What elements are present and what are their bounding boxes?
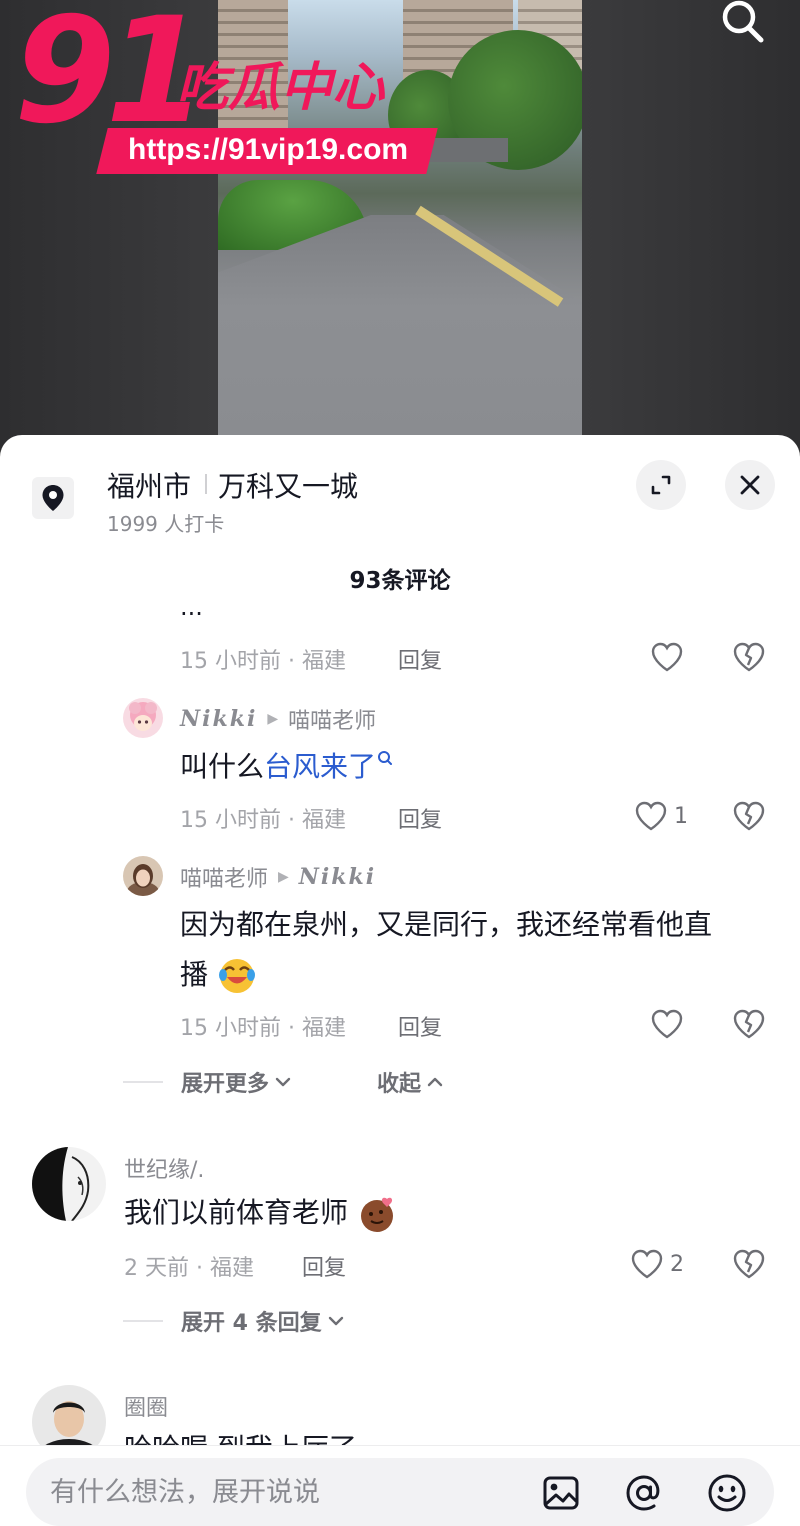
dislike-button[interactable]	[732, 641, 766, 677]
broken-heart-icon	[733, 1009, 765, 1039]
close-button[interactable]	[725, 460, 775, 510]
comment-meta: 15 小时前 · 福建	[180, 1016, 346, 1041]
comment-meta: 15 小时前 · 福建	[180, 649, 346, 674]
dislike-button[interactable]	[732, 1248, 766, 1284]
reply-button[interactable]: 回复	[398, 1010, 442, 1042]
expand-icon	[651, 475, 671, 495]
avatar-image	[32, 1147, 106, 1221]
comment-sheet: 福州市 万科又一城 1999 人打卡 93条评论 ... 15 小时前 · 福建…	[0, 435, 800, 1526]
clipped-text: ...	[180, 603, 203, 617]
comment-author[interactable]: 世纪缘/.	[124, 1152, 204, 1184]
image-icon	[543, 1476, 579, 1510]
broken-heart-icon	[733, 801, 765, 831]
clipped-comment-text: ...	[180, 603, 380, 617]
watermark-logo: 91 吃瓜中心 https://91vip19.com	[14, 0, 438, 180]
search-small-icon	[378, 751, 393, 765]
location-icon-box[interactable]	[32, 477, 74, 519]
comment-author[interactable]: Nikki	[180, 706, 257, 732]
reply-to-author[interactable]: Nikki	[299, 864, 376, 890]
comment-meta: 15 小时前 · 福建	[180, 808, 346, 833]
expand-replies[interactable]: 展开 4 条回复	[123, 1305, 346, 1337]
broken-heart-icon	[733, 1249, 765, 1279]
dislike-button[interactable]	[732, 1008, 766, 1044]
heart-icon	[635, 801, 667, 831]
comment-input[interactable]	[50, 1472, 520, 1512]
watermark-title: 吃瓜中心	[176, 58, 385, 118]
location-place[interactable]: 万科又一城	[218, 465, 358, 505]
comment-text: 我们以前体育老师	[124, 1189, 399, 1237]
laugh-cry-emoji-icon	[218, 959, 255, 993]
comment-input-field[interactable]	[26, 1458, 774, 1526]
search-button[interactable]	[716, 0, 768, 46]
comment-input-bar	[0, 1445, 800, 1526]
comment-text-prefix: 叫什么	[180, 750, 265, 783]
location-city[interactable]: 福州市	[107, 465, 191, 505]
comment-text: 因为都在泉州，又是同行，我还经常看他直	[180, 908, 713, 941]
comment-text-clipped: 哈哈喔 到我上厅了	[124, 1425, 357, 1445]
like-button[interactable]	[650, 1008, 684, 1040]
like-button[interactable]: 2	[630, 1248, 684, 1280]
reply-button[interactable]: 回复	[398, 802, 442, 834]
comment-text-end: 播	[180, 958, 209, 991]
broken-heart-icon	[733, 642, 765, 672]
avatar[interactable]	[123, 698, 163, 738]
expand-replies-label: 展开 4 条回复	[181, 1311, 322, 1336]
avatar-image	[123, 698, 163, 738]
expand-button[interactable]	[636, 460, 686, 510]
avatar[interactable]	[123, 856, 163, 896]
comment-author-row: 喵喵老师 ▶ Nikki	[180, 861, 376, 893]
emoji-icon	[708, 1474, 746, 1512]
heart-icon	[651, 642, 683, 672]
comment-author[interactable]: 圈圈	[124, 1390, 168, 1422]
divider	[123, 1320, 163, 1322]
expand-more-label: 展开更多	[181, 1072, 270, 1097]
reply-button[interactable]: 回复	[398, 643, 442, 675]
chevron-down-icon	[275, 1077, 291, 1087]
emoji-button[interactable]	[706, 1472, 748, 1514]
search-icon	[722, 0, 764, 43]
close-icon	[740, 475, 760, 495]
heart-icon	[651, 1009, 683, 1039]
comment-text-line2: 播	[180, 951, 257, 999]
chevron-up-icon	[427, 1077, 443, 1087]
like-button[interactable]	[650, 641, 684, 673]
heart-icon	[631, 1249, 663, 1279]
dislike-button[interactable]	[732, 800, 766, 836]
location-checkins: 1999 人打卡	[107, 512, 225, 536]
reply-button[interactable]: 回复	[302, 1250, 346, 1282]
comment-author-row: Nikki ▶ 喵喵老师	[180, 703, 376, 735]
location-pin-icon	[42, 485, 64, 511]
reply-arrow-icon: ▶	[278, 869, 289, 885]
expand-more-replies[interactable]: 展开更多	[123, 1066, 293, 1098]
comment-text-content: 哈哈喔 到我上厅了	[124, 1432, 357, 1445]
video-background[interactable]: 91 吃瓜中心 https://91vip19.com	[0, 0, 800, 450]
cookie-emoji-icon	[360, 1197, 393, 1232]
like-count: 2	[670, 1251, 684, 1277]
image-button[interactable]	[540, 1472, 582, 1514]
search-link[interactable]: 台风来了	[264, 750, 376, 783]
like-button[interactable]: 1	[634, 800, 688, 832]
at-mention-icon	[626, 1475, 660, 1511]
collapse-label: 收起	[377, 1072, 422, 1097]
comment-author[interactable]: 喵喵老师	[180, 861, 268, 893]
avatar-image	[123, 856, 163, 896]
collapse-replies[interactable]: 收起	[377, 1066, 445, 1098]
reply-arrow-icon: ▶	[267, 711, 279, 727]
divider	[123, 1081, 163, 1083]
comment-count: 93条评论	[349, 568, 451, 594]
like-count: 1	[674, 803, 688, 829]
comment-text: 叫什么台风来了	[180, 743, 394, 791]
comment-text-content: 我们以前体育老师	[124, 1196, 349, 1229]
reply-to-author[interactable]: 喵喵老师	[288, 703, 376, 735]
chevron-down-icon	[328, 1316, 343, 1326]
avatar[interactable]	[32, 1147, 106, 1221]
watermark-number: 91	[14, 0, 207, 156]
watermark-url: https://91vip19.com	[128, 133, 409, 166]
comment-meta: 2 天前 · 福建	[124, 1256, 254, 1281]
location-separator	[205, 474, 207, 494]
mention-button[interactable]	[623, 1472, 665, 1514]
